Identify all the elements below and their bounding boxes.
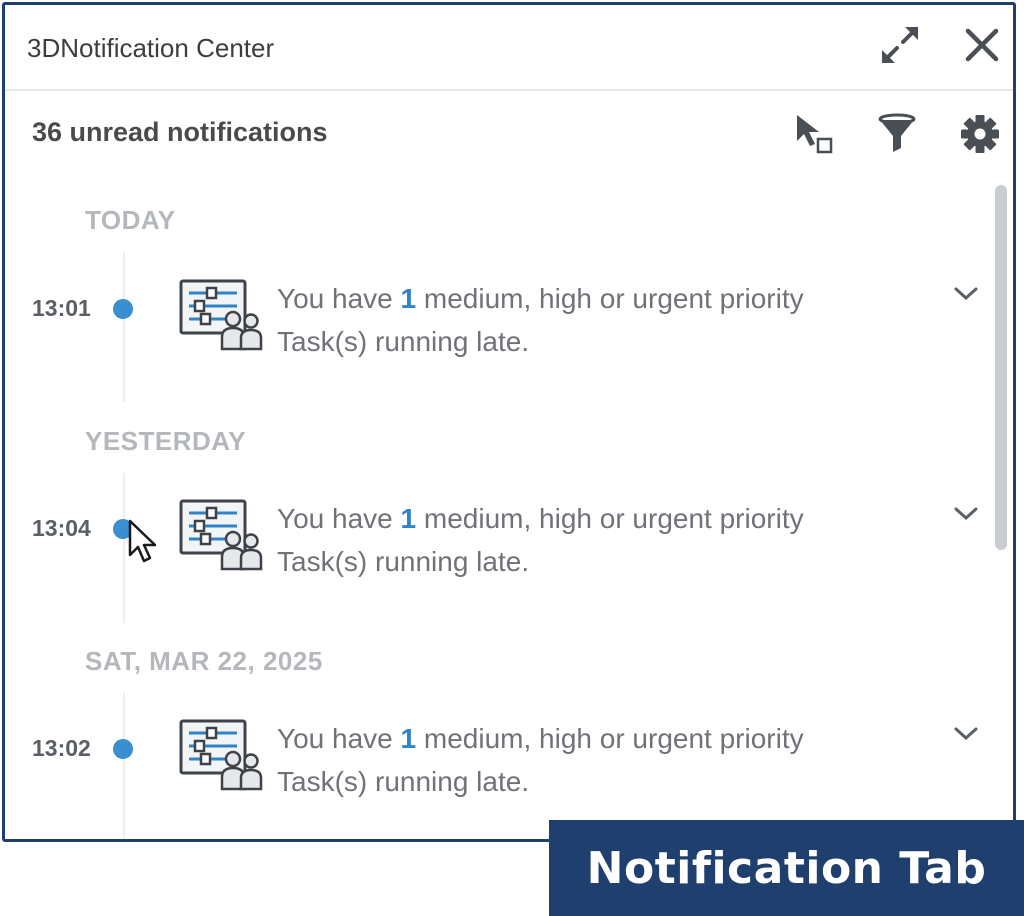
settings-button[interactable] (955, 111, 1005, 161)
notification-time: 13:01 (32, 295, 91, 321)
scrollbar[interactable] (995, 185, 1007, 550)
notification-message: You have 1 medium, high or urgent priori… (277, 503, 804, 577)
mouse-cursor-icon (127, 519, 159, 570)
notification-center-panel: 3DNotification Center 36 unread notifica… (2, 2, 1016, 842)
expand-notification-button[interactable] (949, 281, 983, 311)
select-cursor-icon (791, 111, 837, 162)
close-icon (964, 27, 1000, 68)
caption-text: Notification Tab (586, 842, 987, 894)
close-button[interactable] (959, 24, 1005, 70)
notification-message: You have 1 medium, high or urgent priori… (277, 723, 804, 797)
expand-notification-button[interactable] (949, 721, 983, 751)
late-task-count: 1 (400, 723, 417, 754)
late-task-count: 1 (400, 283, 417, 314)
window-title: 3DNotification Center (27, 33, 275, 63)
notification-item[interactable]: 13:02 You have 1 medium, high or urgent … (5, 703, 990, 813)
task-management-icon (179, 719, 265, 793)
group-title-today: TODAY (85, 205, 176, 235)
notification-time: 13:04 (32, 515, 91, 541)
chevron-down-icon (953, 726, 979, 747)
notification-message: You have 1 medium, high or urgent priori… (277, 283, 804, 357)
notification-time: 13:02 (32, 735, 91, 761)
gear-icon (958, 112, 1002, 161)
unread-dot (113, 739, 133, 759)
caption-banner: Notification Tab (549, 820, 1024, 916)
filter-funnel-icon (875, 112, 919, 161)
notification-item[interactable]: 13:01 You have 1 medium, high or urgent … (5, 263, 990, 373)
group-title-date: SAT, MAR 22, 2025 (85, 646, 323, 676)
filter-button[interactable] (872, 111, 922, 161)
expand-notification-button[interactable] (949, 501, 983, 531)
expand-button[interactable] (877, 24, 923, 70)
chevron-down-icon (953, 286, 979, 307)
late-task-count: 1 (400, 503, 417, 534)
title-bar: 3DNotification Center (5, 5, 1013, 91)
select-mode-button[interactable] (789, 111, 839, 161)
toolbar: 36 unread notifications (5, 91, 1013, 175)
unread-count-label: 36 unread notifications (32, 117, 328, 147)
task-management-icon (179, 499, 265, 573)
unread-dot (113, 299, 133, 319)
chevron-down-icon (953, 506, 979, 527)
expand-arrows-icon (878, 23, 922, 72)
group-title-yesterday: YESTERDAY (85, 426, 247, 456)
task-management-icon (179, 279, 265, 353)
